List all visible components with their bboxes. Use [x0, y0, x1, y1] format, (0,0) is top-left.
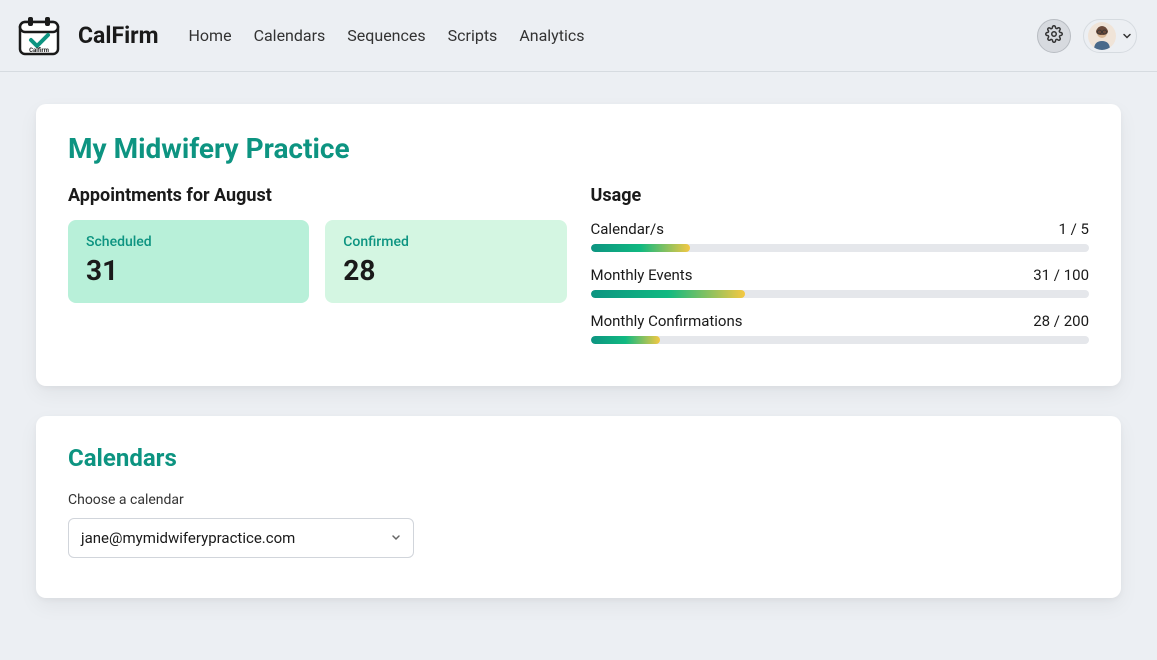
navbar-right — [1037, 19, 1137, 53]
calfirm-logo[interactable]: Calfirm — [12, 13, 66, 59]
usage-confirmations: Monthly Confirmations 28 / 200 — [591, 312, 1090, 344]
calendar-select[interactable]: jane@mymidwiferypractice.com — [68, 518, 414, 558]
stat-scheduled-value: 31 — [86, 254, 291, 287]
svg-text:Calfirm: Calfirm — [29, 47, 49, 54]
settings-button[interactable] — [1037, 19, 1071, 53]
calendar-select-value[interactable]: jane@mymidwiferypractice.com — [68, 518, 414, 558]
usage-calendars-fill — [591, 244, 691, 252]
nav-links: Home Calendars Sequences Scripts Analyti… — [189, 26, 585, 45]
usage-calendars-label: Calendar/s — [591, 220, 664, 238]
user-menu[interactable] — [1083, 19, 1137, 53]
content: My Midwifery Practice Appointments for A… — [0, 72, 1157, 660]
stat-confirmed-card: Confirmed 28 — [325, 220, 566, 303]
usage-confirmations-fill — [591, 336, 661, 344]
usage-calendars: Calendar/s 1 / 5 — [591, 220, 1090, 252]
stat-confirmed-label: Confirmed — [343, 234, 548, 250]
usage-events-label: Monthly Events — [591, 266, 693, 284]
practice-title: My Midwifery Practice — [68, 132, 1089, 165]
brand-name[interactable]: CalFirm — [78, 22, 159, 49]
stat-confirmed-value: 28 — [343, 254, 548, 287]
usage-confirmations-bar — [591, 336, 1090, 344]
usage-events-bar — [591, 290, 1090, 298]
usage-confirmations-label: Monthly Confirmations — [591, 312, 743, 330]
nav-calendars[interactable]: Calendars — [254, 26, 326, 45]
chevron-down-icon — [1122, 26, 1132, 45]
stat-scheduled-label: Scheduled — [86, 234, 291, 250]
calendars-card: Calendars Choose a calendar jane@mymidwi… — [36, 416, 1121, 598]
usage-column: Usage Calendar/s 1 / 5 Monthly Events 31… — [591, 185, 1090, 358]
usage-calendars-value: 1 / 5 — [1059, 220, 1090, 238]
appointments-heading: Appointments for August — [68, 185, 567, 206]
usage-heading: Usage — [591, 185, 1090, 206]
gear-icon — [1045, 25, 1063, 47]
calendars-title: Calendars — [68, 444, 1089, 472]
practice-overview-card: My Midwifery Practice Appointments for A… — [36, 104, 1121, 386]
nav-scripts[interactable]: Scripts — [448, 26, 498, 45]
nav-analytics[interactable]: Analytics — [519, 26, 584, 45]
usage-events-value: 31 / 100 — [1033, 266, 1089, 284]
usage-confirmations-value: 28 / 200 — [1033, 312, 1089, 330]
usage-events: Monthly Events 31 / 100 — [591, 266, 1090, 298]
usage-calendars-bar — [591, 244, 1090, 252]
stat-scheduled-card: Scheduled 31 — [68, 220, 309, 303]
nav-sequences[interactable]: Sequences — [347, 26, 425, 45]
navbar: Calfirm CalFirm Home Calendars Sequences… — [0, 0, 1157, 72]
navbar-left: Calfirm CalFirm Home Calendars Sequences… — [12, 13, 585, 59]
avatar — [1088, 22, 1116, 50]
overview-row: Appointments for August Scheduled 31 Con… — [68, 185, 1089, 358]
usage-events-fill — [591, 290, 746, 298]
choose-calendar-label: Choose a calendar — [68, 492, 1089, 508]
stat-cards: Scheduled 31 Confirmed 28 — [68, 220, 567, 303]
appointments-column: Appointments for August Scheduled 31 Con… — [68, 185, 567, 358]
nav-home[interactable]: Home — [189, 26, 232, 45]
